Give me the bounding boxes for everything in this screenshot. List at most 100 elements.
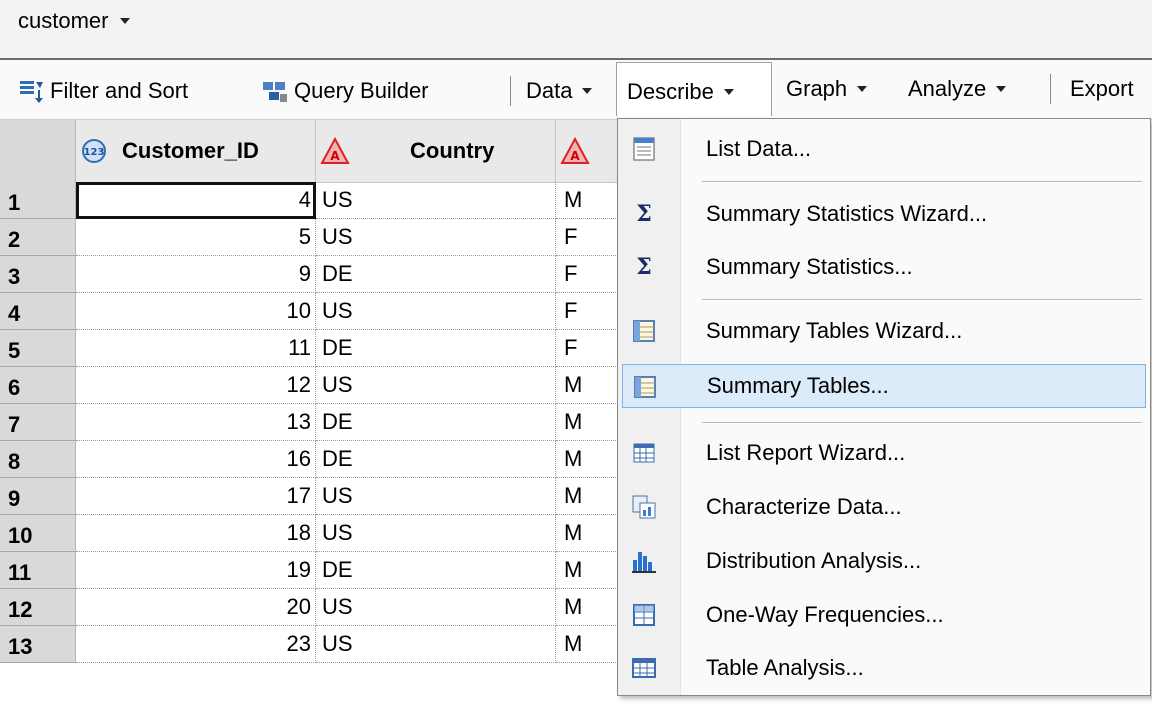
cell-gender[interactable]: M — [556, 478, 620, 515]
numeric-column-icon: 123 — [82, 139, 106, 163]
table-row[interactable]: 1 4 US M — [0, 182, 620, 220]
cell-country[interactable]: DE — [316, 552, 556, 589]
cell-id[interactable]: 9 — [76, 256, 316, 293]
menu-item-characterize-data[interactable]: Characterize Data... — [622, 485, 1146, 529]
graph-menu-button[interactable]: Graph — [786, 72, 868, 106]
cell-gender[interactable]: M — [556, 626, 620, 663]
row-number[interactable]: 1 — [0, 182, 76, 219]
table-row[interactable]: 4 10 US F — [0, 293, 620, 331]
summary-table-icon — [631, 373, 659, 401]
cell-country[interactable]: US — [316, 626, 556, 663]
cell-country[interactable]: US — [316, 367, 556, 404]
table-row[interactable]: 12 20 US M — [0, 589, 620, 627]
menu-item-summary-statistics[interactable]: Σ Summary Statistics... — [622, 245, 1146, 289]
table-row[interactable]: 6 12 US M — [0, 367, 620, 405]
cell-gender[interactable]: M — [556, 441, 620, 478]
cell-country[interactable]: DE — [316, 256, 556, 293]
cell-id[interactable]: 16 — [76, 441, 316, 478]
cell-gender[interactable]: M — [556, 515, 620, 552]
row-number[interactable]: 9 — [0, 478, 76, 515]
query-builder-button[interactable]: Query Builder — [262, 74, 429, 108]
cell-country[interactable]: US — [316, 219, 556, 256]
row-number[interactable]: 7 — [0, 404, 76, 441]
cell-country[interactable]: US — [316, 589, 556, 626]
row-number[interactable]: 4 — [0, 293, 76, 330]
menu-item-label: List Report Wizard... — [706, 440, 906, 465]
menu-item-distribution-analysis[interactable]: Distribution Analysis... — [622, 539, 1146, 583]
cell-gender[interactable]: F — [556, 293, 620, 330]
menu-item-summary-tables-wizard[interactable]: Summary Tables Wizard... — [622, 309, 1146, 353]
row-number[interactable]: 11 — [0, 552, 76, 589]
filter-sort-button[interactable]: Filter and Sort — [18, 74, 188, 108]
menu-item-one-way-frequencies[interactable]: One-Way Frequencies... — [622, 593, 1146, 637]
table-row[interactable]: 10 18 US M — [0, 515, 620, 553]
table-row[interactable]: 13 23 US M — [0, 626, 620, 664]
menu-item-label: Summary Tables Wizard... — [706, 318, 963, 343]
cell-id[interactable]: 13 — [76, 404, 316, 441]
cell-country[interactable]: US — [316, 478, 556, 515]
cell-country[interactable]: DE — [316, 441, 556, 478]
cell-id[interactable]: 5 — [76, 219, 316, 256]
row-number[interactable]: 12 — [0, 589, 76, 626]
row-number[interactable]: 13 — [0, 626, 76, 663]
column-header-customer-id[interactable]: 123 Customer_ID — [76, 120, 316, 182]
analyze-menu-button[interactable]: Analyze — [908, 72, 1007, 106]
menu-item-list-report-wizard[interactable]: List Report Wizard... — [622, 431, 1146, 475]
table-analysis-icon — [630, 654, 658, 682]
cell-id[interactable]: 4 — [76, 182, 316, 219]
cell-id[interactable]: 11 — [76, 330, 316, 367]
cell-gender[interactable]: M — [556, 552, 620, 589]
cell-country[interactable]: DE — [316, 404, 556, 441]
cell-gender[interactable]: F — [556, 256, 620, 293]
cell-gender[interactable]: M — [556, 367, 620, 404]
menu-item-table-analysis[interactable]: Table Analysis... — [622, 646, 1146, 690]
cell-gender[interactable]: M — [556, 589, 620, 626]
menu-item-summary-statistics-wizard[interactable]: Σ Summary Statistics Wizard... — [622, 192, 1146, 236]
tab-customer[interactable]: customer — [18, 8, 131, 34]
table-row[interactable]: 8 16 DE M — [0, 441, 620, 479]
cell-gender[interactable]: M — [556, 182, 620, 219]
row-number[interactable]: 3 — [0, 256, 76, 293]
cell-gender[interactable]: F — [556, 219, 620, 256]
table-row[interactable]: 5 11 DE F — [0, 330, 620, 368]
cell-country[interactable]: DE — [316, 330, 556, 367]
cell-gender[interactable]: M — [556, 404, 620, 441]
sigma-icon: Σ — [636, 201, 652, 227]
row-number[interactable]: 6 — [0, 367, 76, 404]
table-row[interactable]: 7 13 DE M — [0, 404, 620, 442]
cell-id[interactable]: 20 — [76, 589, 316, 626]
summary-table-icon — [630, 317, 658, 345]
cell-country[interactable]: US — [316, 293, 556, 330]
chevron-down-icon[interactable] — [120, 18, 131, 24]
cell-country[interactable]: US — [316, 515, 556, 552]
row-number[interactable]: 10 — [0, 515, 76, 552]
menu-item-label: Characterize Data... — [706, 494, 902, 519]
cell-id[interactable]: 18 — [76, 515, 316, 552]
column-header-gender[interactable]: A — [556, 120, 620, 182]
menu-item-summary-tables[interactable]: Summary Tables... — [622, 364, 1146, 408]
row-number[interactable]: 8 — [0, 441, 76, 478]
cell-gender[interactable]: F — [556, 330, 620, 367]
export-menu-button[interactable]: Export — [1070, 72, 1134, 106]
row-number[interactable]: 2 — [0, 219, 76, 256]
cell-id[interactable]: 23 — [76, 626, 316, 663]
cell-id[interactable]: 10 — [76, 293, 316, 330]
table-row[interactable]: 11 19 DE M — [0, 552, 620, 590]
table-row[interactable]: 9 17 US M — [0, 478, 620, 516]
data-menu-label: Data — [526, 78, 573, 103]
cell-country[interactable]: US — [316, 182, 556, 219]
cell-id[interactable]: 19 — [76, 552, 316, 589]
describe-menu-button[interactable]: Describe — [616, 62, 772, 116]
filter-sort-icon — [18, 78, 44, 104]
svg-text:A: A — [330, 149, 340, 163]
cell-id[interactable]: 17 — [76, 478, 316, 515]
table-row[interactable]: 2 5 US F — [0, 219, 620, 257]
table-row[interactable]: 3 9 DE F — [0, 256, 620, 294]
data-menu-button[interactable]: Data — [526, 74, 593, 108]
menu-separator — [702, 181, 1142, 183]
row-number-header[interactable] — [0, 120, 76, 182]
cell-id[interactable]: 12 — [76, 367, 316, 404]
row-number[interactable]: 5 — [0, 330, 76, 367]
menu-item-list-data[interactable]: List Data... — [622, 127, 1146, 171]
column-header-country[interactable]: A Country — [316, 120, 556, 182]
